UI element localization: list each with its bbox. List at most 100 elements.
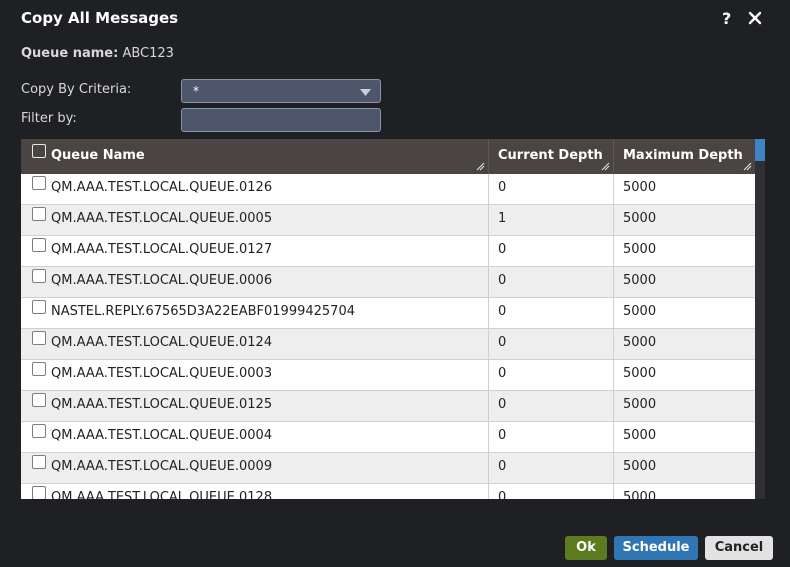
column-divider — [488, 205, 489, 236]
criteria-label: Copy By Criteria: — [21, 82, 132, 97]
table-row[interactable]: QM.AAA.TEST.LOCAL.QUEUE.0128 0 5000 — [21, 484, 755, 499]
cell-maximum-depth: 5000 — [623, 211, 657, 226]
row-checkbox[interactable] — [32, 238, 46, 252]
row-checkbox[interactable] — [32, 486, 46, 499]
column-divider — [613, 267, 614, 298]
criteria-select[interactable]: * — [181, 79, 381, 103]
column-resize-icon[interactable] — [476, 162, 485, 171]
column-divider — [613, 298, 614, 329]
table-row[interactable]: QM.AAA.TEST.LOCAL.QUEUE.0126 0 5000 — [21, 174, 755, 205]
queue-table: Queue Name Current Depth Maximum Depth Q… — [21, 139, 755, 499]
cell-current-depth: 0 — [498, 335, 507, 350]
cell-maximum-depth: 5000 — [623, 242, 657, 257]
chevron-down-icon — [360, 89, 371, 96]
column-divider — [488, 174, 489, 205]
column-divider — [488, 139, 489, 174]
cell-current-depth: 0 — [498, 428, 507, 443]
close-icon[interactable] — [748, 11, 762, 25]
column-divider — [613, 329, 614, 360]
table-row[interactable]: QM.AAA.TEST.LOCAL.QUEUE.0006 0 5000 — [21, 267, 755, 298]
row-checkbox[interactable] — [32, 207, 46, 221]
column-divider — [488, 422, 489, 453]
row-checkbox[interactable] — [32, 176, 46, 190]
table-row[interactable]: QM.AAA.TEST.LOCAL.QUEUE.0005 1 5000 — [21, 205, 755, 236]
column-label: Maximum Depth — [623, 148, 743, 163]
cancel-button[interactable]: Cancel — [705, 536, 773, 560]
cell-queue-name: QM.AAA.TEST.LOCAL.QUEUE.0003 — [51, 366, 273, 381]
column-resize-icon[interactable] — [601, 162, 610, 171]
filter-input[interactable] — [181, 108, 381, 132]
table-row[interactable]: QM.AAA.TEST.LOCAL.QUEUE.0127 0 5000 — [21, 236, 755, 267]
row-checkbox[interactable] — [32, 269, 46, 283]
cell-queue-name: QM.AAA.TEST.LOCAL.QUEUE.0009 — [51, 459, 273, 474]
column-divider — [488, 267, 489, 298]
table-row[interactable]: NASTEL.REPLY.67565D3A22EABF01999425704 0 5… — [21, 298, 755, 329]
cell-maximum-depth: 5000 — [623, 180, 657, 195]
copy-all-messages-dialog: Copy All Messages ? Queue name: ABC123 C… — [0, 0, 790, 567]
row-checkbox[interactable] — [32, 300, 46, 314]
cell-maximum-depth: 5000 — [623, 397, 657, 412]
column-header-queue-name[interactable]: Queue Name — [51, 139, 488, 174]
cell-current-depth: 0 — [498, 366, 507, 381]
table-scrollbar[interactable] — [755, 139, 765, 499]
cell-queue-name: QM.AAA.TEST.LOCAL.QUEUE.0004 — [51, 428, 273, 443]
column-divider — [613, 205, 614, 236]
column-divider — [613, 391, 614, 422]
select-all-checkbox[interactable] — [32, 144, 46, 158]
row-checkbox[interactable] — [32, 424, 46, 438]
cell-queue-name: QM.AAA.TEST.LOCAL.QUEUE.0125 — [51, 397, 273, 412]
cell-maximum-depth: 5000 — [623, 490, 657, 499]
table-row[interactable]: QM.AAA.TEST.LOCAL.QUEUE.0125 0 5000 — [21, 391, 755, 422]
column-header-maximum-depth[interactable]: Maximum Depth — [623, 139, 755, 174]
column-divider — [613, 484, 614, 499]
table-header: Queue Name Current Depth Maximum Depth — [21, 139, 755, 174]
schedule-button[interactable]: Schedule — [614, 536, 698, 560]
column-resize-icon[interactable] — [743, 162, 752, 171]
column-header-current-depth[interactable]: Current Depth — [498, 139, 613, 174]
column-divider — [613, 360, 614, 391]
dialog-title: Copy All Messages — [21, 9, 179, 27]
queue-name-value: ABC123 — [122, 46, 174, 61]
cell-queue-name: QM.AAA.TEST.LOCAL.QUEUE.0006 — [51, 273, 273, 288]
column-divider — [488, 484, 489, 499]
column-divider — [613, 139, 614, 174]
help-icon[interactable]: ? — [722, 9, 736, 29]
cell-maximum-depth: 5000 — [623, 335, 657, 350]
column-divider — [488, 236, 489, 267]
cell-current-depth: 0 — [498, 459, 507, 474]
table-row[interactable]: QM.AAA.TEST.LOCAL.QUEUE.0003 0 5000 — [21, 360, 755, 391]
column-divider — [613, 236, 614, 267]
row-checkbox[interactable] — [32, 362, 46, 376]
column-label: Queue Name — [51, 148, 145, 163]
column-divider — [488, 360, 489, 391]
cell-maximum-depth: 5000 — [623, 459, 657, 474]
column-divider — [488, 453, 489, 484]
column-divider — [488, 391, 489, 422]
queue-name-row: Queue name: ABC123 — [21, 46, 174, 61]
cell-maximum-depth: 5000 — [623, 366, 657, 381]
row-checkbox[interactable] — [32, 455, 46, 469]
cell-current-depth: 0 — [498, 273, 507, 288]
column-label: Current Depth — [498, 148, 603, 163]
cell-maximum-depth: 5000 — [623, 428, 657, 443]
cell-current-depth: 0 — [498, 490, 507, 499]
cell-current-depth: 0 — [498, 397, 507, 412]
column-divider — [613, 422, 614, 453]
queue-name-label: Queue name: — [21, 46, 119, 61]
row-checkbox[interactable] — [32, 393, 46, 407]
cell-queue-name: QM.AAA.TEST.LOCAL.QUEUE.0128 — [51, 490, 273, 499]
ok-button[interactable]: Ok — [565, 536, 607, 560]
column-divider — [488, 329, 489, 360]
table-row[interactable]: QM.AAA.TEST.LOCAL.QUEUE.0124 0 5000 — [21, 329, 755, 360]
filter-label: Filter by: — [21, 111, 77, 126]
table-body: QM.AAA.TEST.LOCAL.QUEUE.0126 0 5000 QM.AAA.… — [21, 174, 755, 499]
scroll-thumb[interactable] — [755, 139, 765, 161]
row-checkbox[interactable] — [32, 331, 46, 345]
cell-maximum-depth: 5000 — [623, 273, 657, 288]
cell-current-depth: 0 — [498, 242, 507, 257]
cell-maximum-depth: 5000 — [623, 304, 657, 319]
table-row[interactable]: QM.AAA.TEST.LOCAL.QUEUE.0009 0 5000 — [21, 453, 755, 484]
table-row[interactable]: QM.AAA.TEST.LOCAL.QUEUE.0004 0 5000 — [21, 422, 755, 453]
cell-queue-name: QM.AAA.TEST.LOCAL.QUEUE.0126 — [51, 180, 273, 195]
cell-current-depth: 0 — [498, 304, 507, 319]
